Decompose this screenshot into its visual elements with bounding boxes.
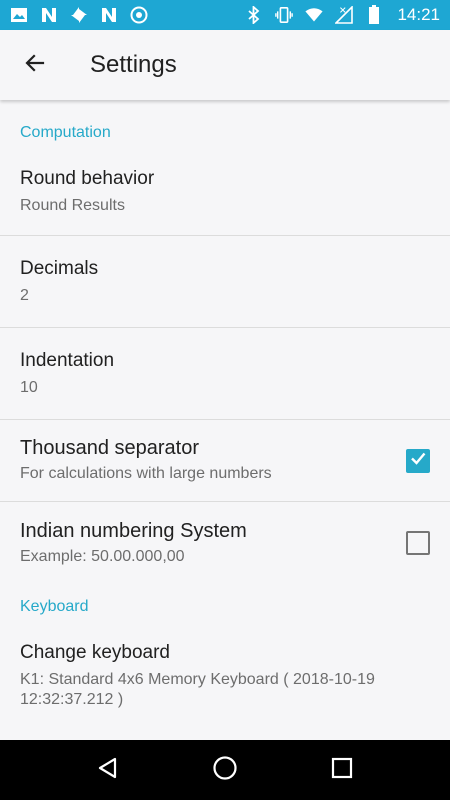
nav-back-button[interactable] (78, 740, 138, 800)
pref-summary: K1: Standard 4x6 Memory Keyboard ( 2018-… (20, 671, 375, 708)
pref-indian-numbering[interactable]: Indian numbering System Example: 50.00.0… (0, 502, 450, 584)
back-button[interactable] (0, 30, 70, 100)
pref-thousand-separator[interactable]: Thousand separator For calculations with… (0, 420, 450, 502)
pref-change-keyboard[interactable]: Change keyboard K1: Standard 4x6 Memory … (0, 636, 450, 732)
category-computation: Computation (20, 124, 111, 141)
indian-numbering-checkbox[interactable] (406, 531, 430, 555)
pref-round-behavior[interactable]: Round behavior Round Results (0, 164, 450, 236)
recents-square-icon (331, 757, 353, 784)
vpn-icon (130, 6, 148, 24)
pref-text: Thousand separator For calculations with… (20, 437, 406, 484)
check-icon (409, 449, 427, 472)
settings-list[interactable]: Computation Round behavior Round Results… (0, 100, 450, 740)
back-triangle-icon (96, 756, 120, 785)
category-keyboard: Keyboard (20, 598, 89, 615)
n-icon (100, 6, 118, 24)
pref-summary: Round Results (20, 197, 125, 214)
nav-home-button[interactable] (195, 740, 255, 800)
pref-title: Indentation (20, 349, 115, 371)
pref-title: Indian numbering System (20, 519, 247, 542)
pref-summary: 10 (20, 378, 38, 396)
pref-title: Thousand separator (20, 437, 200, 459)
nav-recents-button[interactable] (312, 740, 372, 800)
pinwheel-icon (70, 6, 88, 24)
battery-icon (365, 5, 383, 24)
pref-text: Decimals 2 (20, 258, 430, 306)
status-bar-notifications (10, 6, 148, 24)
pref-text: Indentation 10 (20, 350, 430, 398)
pref-title: Round behavior (20, 168, 155, 189)
pref-title: Change keyboard (20, 642, 170, 663)
image-icon (10, 6, 28, 24)
status-bar: 14:21 (0, 0, 450, 30)
wifi-icon (305, 6, 324, 24)
n-icon (40, 6, 58, 24)
pref-decimals[interactable]: Decimals 2 (0, 236, 450, 328)
page-title: Settings (90, 51, 177, 78)
pref-text: Change keyboard K1: Standard 4x6 Memory … (20, 642, 430, 710)
navigation-bar (0, 740, 450, 800)
pref-indentation[interactable]: Indentation 10 (0, 328, 450, 420)
pref-summary: 2 (20, 286, 29, 304)
vibrate-icon (275, 6, 294, 24)
pref-title: Decimals (20, 257, 99, 279)
pref-text: Round behavior Round Results (20, 168, 430, 216)
thousand-separator-checkbox[interactable] (406, 448, 430, 473)
pref-summary: Example: 50.00.000,00 (20, 547, 185, 565)
status-bar-system: 14:21 (245, 5, 440, 25)
app-toolbar: Settings (0, 30, 450, 100)
pref-summary: For calculations with large numbers (20, 465, 272, 482)
no-signal-icon (335, 6, 354, 24)
bluetooth-icon (245, 6, 263, 24)
pref-text: Indian numbering System Example: 50.00.0… (20, 520, 406, 567)
status-time: 14:21 (397, 5, 440, 24)
arrow-back-icon (23, 51, 47, 80)
home-circle-icon (212, 755, 238, 786)
